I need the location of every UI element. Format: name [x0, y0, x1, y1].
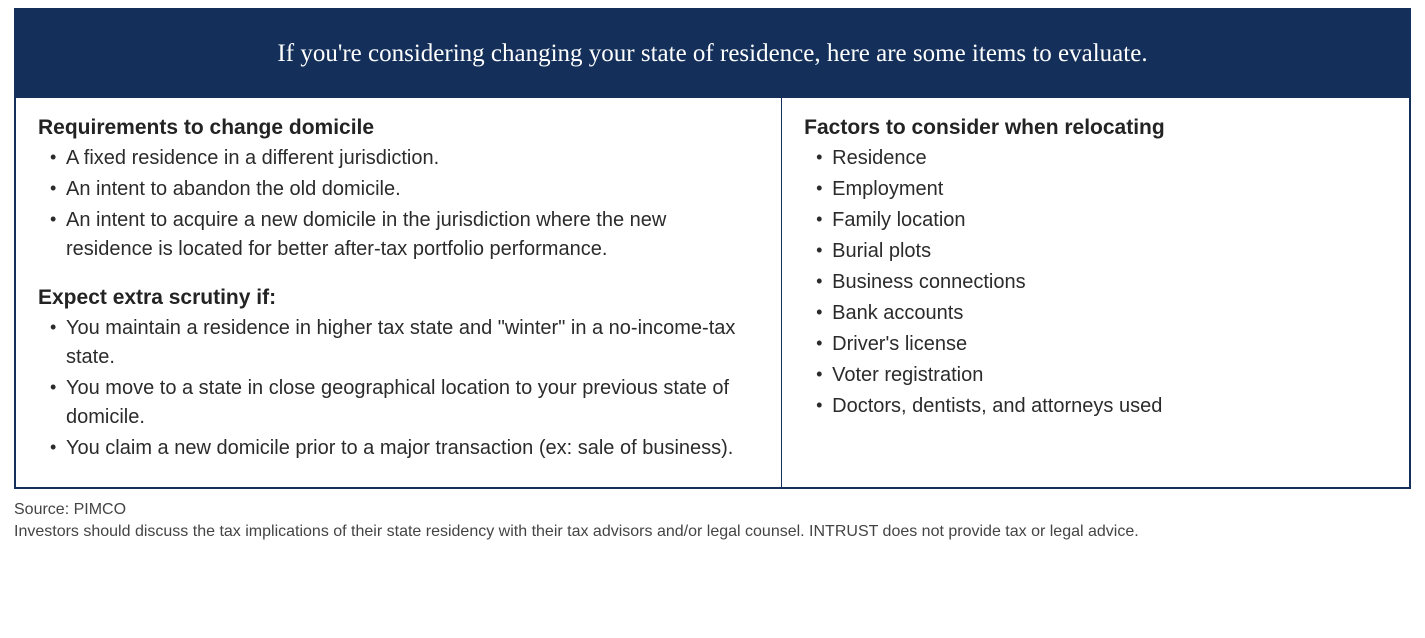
list-item: You claim a new domicile prior to a majo… — [38, 434, 753, 463]
list-item: Doctors, dentists, and attorneys used — [804, 392, 1381, 421]
list-item: An intent to acquire a new domicile in t… — [38, 206, 753, 264]
scrutiny-list: You maintain a residence in higher tax s… — [38, 314, 753, 463]
list-item: Voter registration — [804, 361, 1381, 390]
list-item: Driver's license — [804, 330, 1381, 359]
left-column: Requirements to change domicile A fixed … — [16, 98, 782, 487]
list-item: Burial plots — [804, 237, 1381, 266]
section-heading-requirements: Requirements to change domicile — [38, 116, 753, 140]
list-item: An intent to abandon the old domicile. — [38, 175, 753, 204]
list-item: You maintain a residence in higher tax s… — [38, 314, 753, 372]
right-column: Factors to consider when relocating Resi… — [782, 98, 1409, 487]
list-item: A fixed residence in a different jurisdi… — [38, 144, 753, 173]
requirements-list: A fixed residence in a different jurisdi… — [38, 144, 753, 264]
info-card: If you're considering changing your stat… — [14, 8, 1411, 489]
section-heading-factors: Factors to consider when relocating — [804, 116, 1381, 140]
footnote-source: Source: PIMCO — [14, 499, 1411, 521]
columns-container: Requirements to change domicile A fixed … — [16, 98, 1409, 487]
list-item: Bank accounts — [804, 299, 1381, 328]
list-item: Business connections — [804, 268, 1381, 297]
factors-list: Residence Employment Family location Bur… — [804, 144, 1381, 421]
list-item: Family location — [804, 206, 1381, 235]
list-item: You move to a state in close geographica… — [38, 374, 753, 432]
card-header-title: If you're considering changing your stat… — [277, 40, 1147, 67]
section-heading-scrutiny: Expect extra scrutiny if: — [38, 286, 753, 310]
footnote: Source: PIMCO Investors should discuss t… — [14, 499, 1411, 542]
footnote-disclaimer: Investors should discuss the tax implica… — [14, 521, 1411, 543]
card-header: If you're considering changing your stat… — [16, 10, 1409, 98]
list-item: Residence — [804, 144, 1381, 173]
list-item: Employment — [804, 175, 1381, 204]
